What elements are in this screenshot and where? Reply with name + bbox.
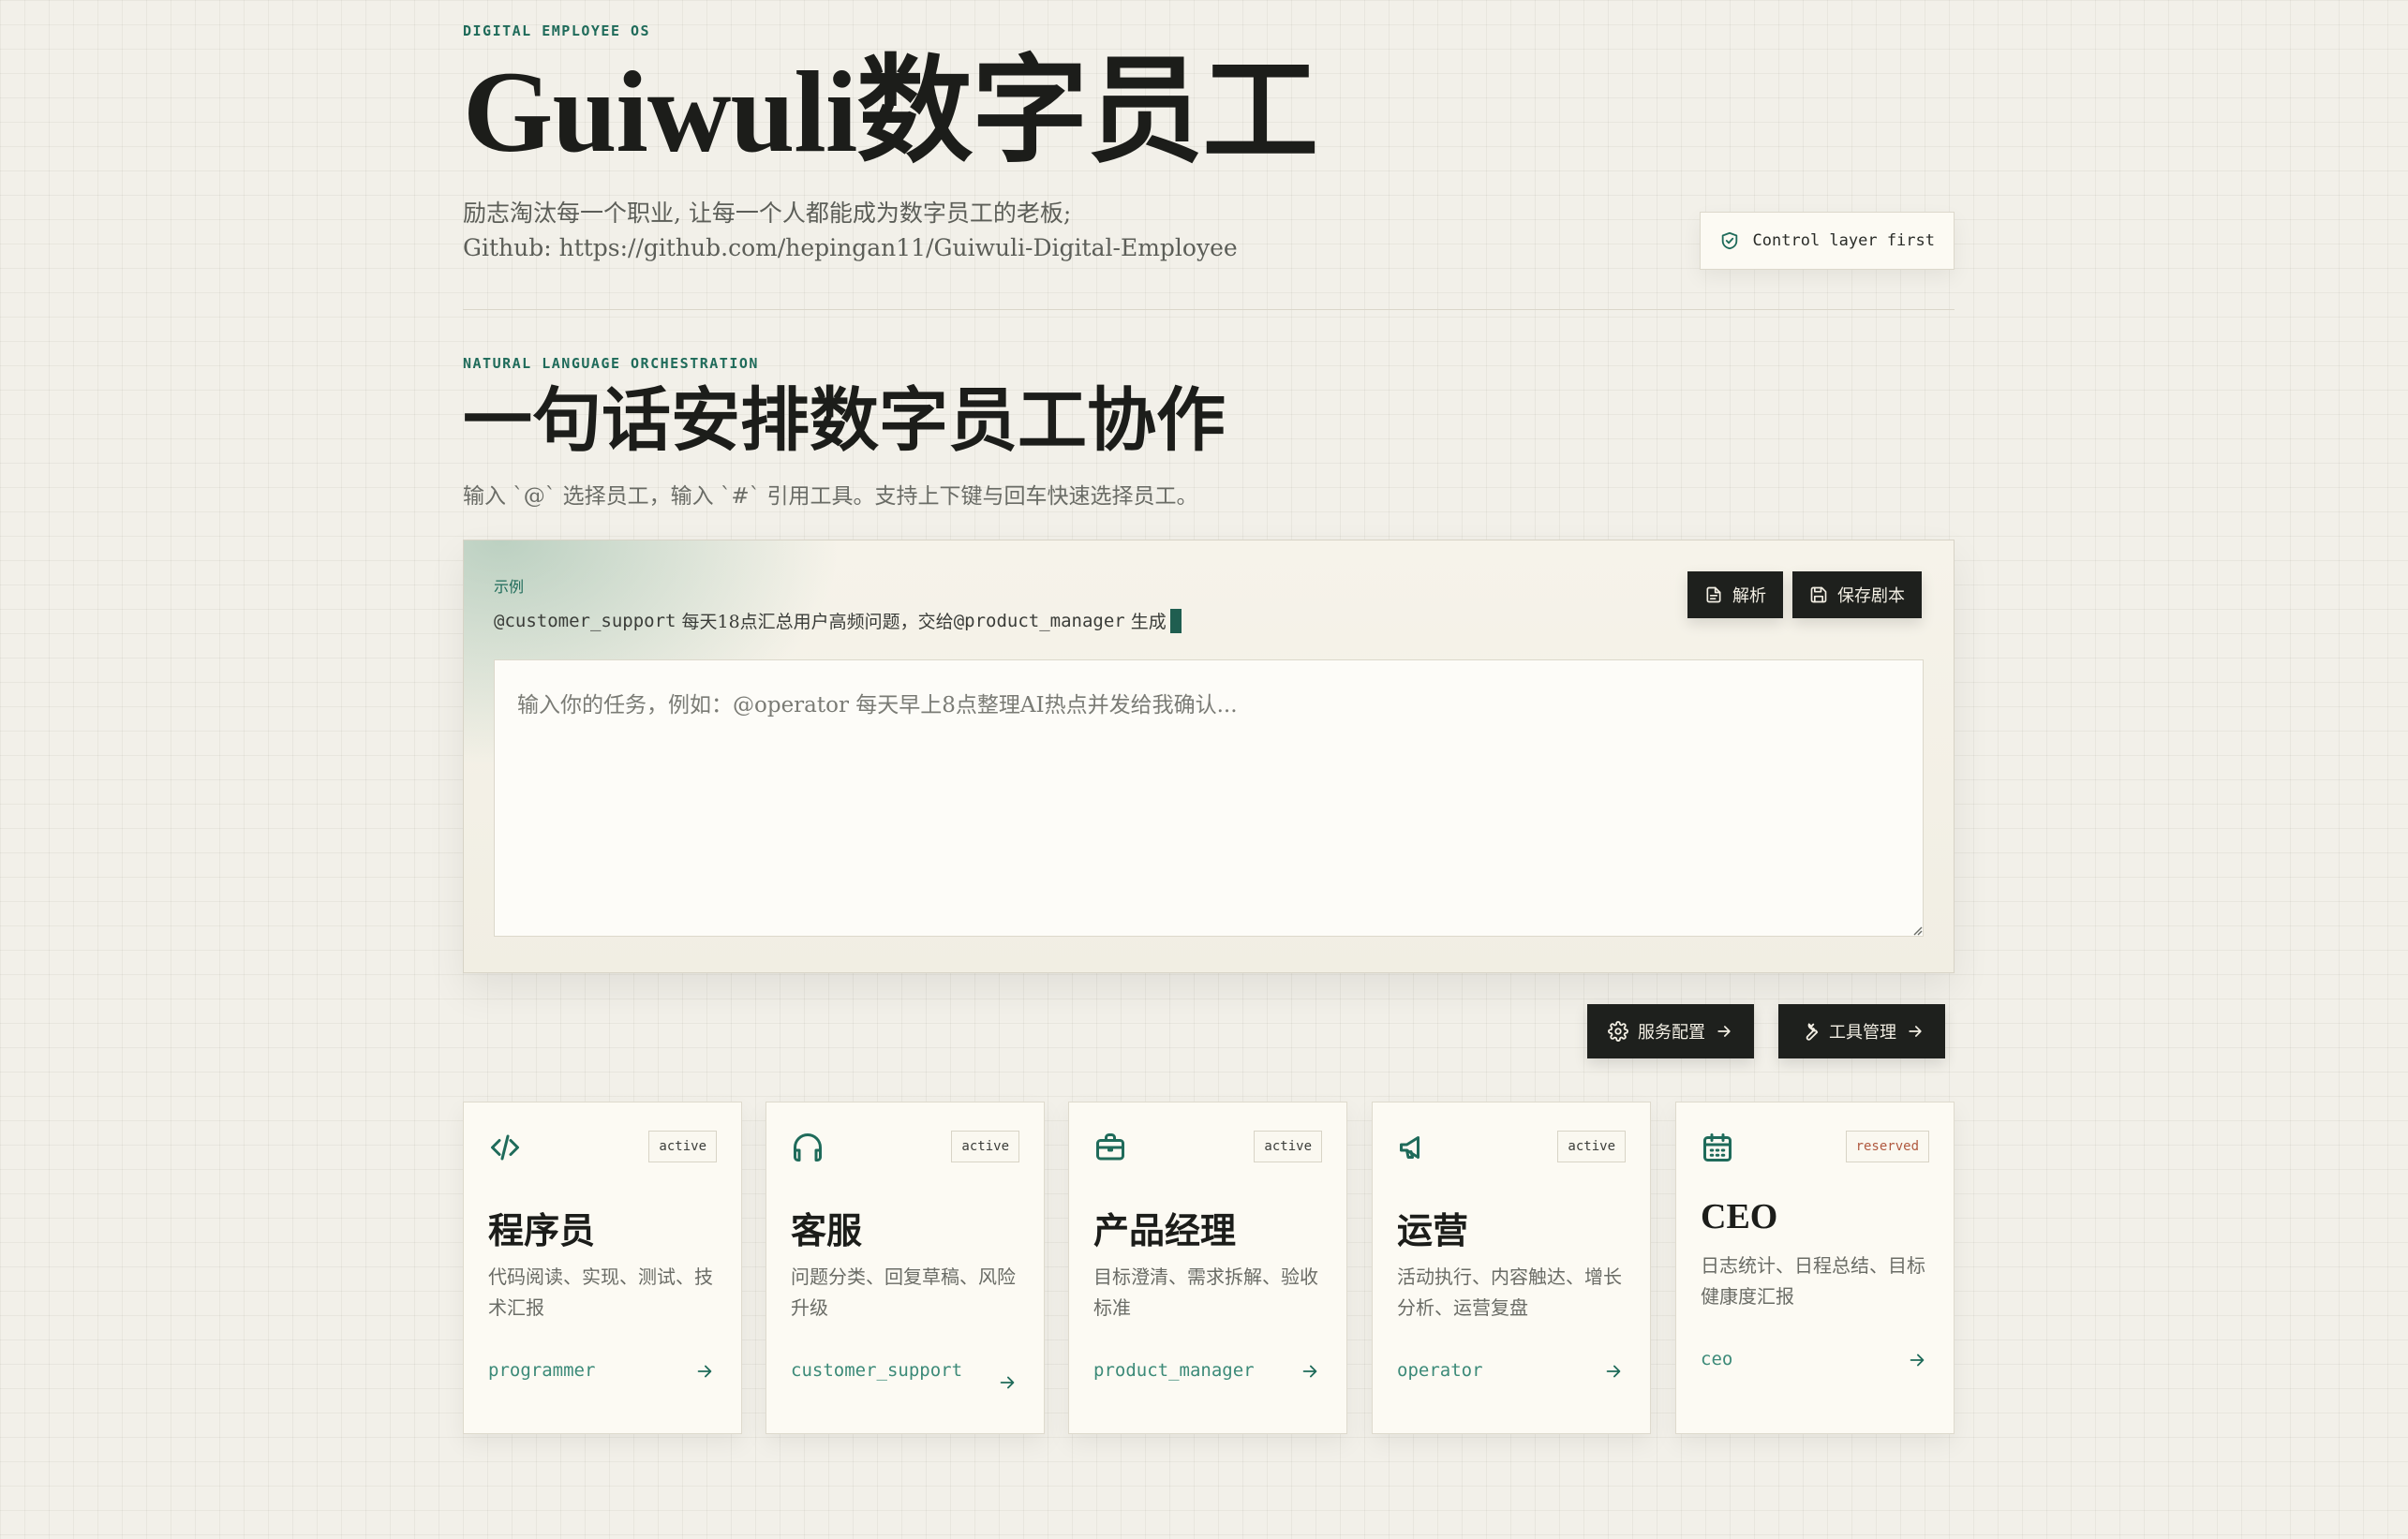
status-badge: reserved xyxy=(1845,1131,1929,1162)
tool-manage-button[interactable]: 工具管理 xyxy=(1778,1004,1945,1058)
arrow-right-icon xyxy=(1717,1026,1731,1037)
card-title: 客服 xyxy=(791,1212,863,1251)
card-slug: customer_support xyxy=(791,1360,963,1381)
example-label: 示例 xyxy=(494,578,525,596)
control-layer-badge: Control layer first xyxy=(1699,212,1955,270)
card-title: 程序员 xyxy=(488,1212,596,1251)
resize-grip-icon[interactable] xyxy=(1911,925,1923,936)
typing-cursor xyxy=(1169,608,1182,633)
card-description: 活动执行、内容触达、增长分析、运营复盘 xyxy=(1397,1265,1622,1319)
employee-card-product-manager[interactable]: active 产品经理 目标澄清、需求拆解、验收标准 product_manag… xyxy=(1068,1102,1347,1434)
card-slug: ceo xyxy=(1701,1349,1733,1369)
example-end-text: 生成 xyxy=(1124,612,1167,632)
arrow-right-icon[interactable] xyxy=(1603,1361,1624,1382)
example-mention-product-manager: @product_manager xyxy=(953,610,1125,631)
arrow-right-icon[interactable] xyxy=(1907,1350,1927,1370)
briefcase-icon xyxy=(1096,1133,1124,1161)
employee-card-ceo[interactable]: reserved CEO 日志统计、日程总结、目标健康度汇报 ceo xyxy=(1675,1102,1955,1434)
shield-check-icon xyxy=(1721,231,1737,250)
status-badge: active xyxy=(1557,1131,1626,1162)
card-title: 产品经理 xyxy=(1093,1212,1237,1251)
section-title: 一句话安排数字员工协作 xyxy=(463,383,1226,460)
tool-manage-label: 工具管理 xyxy=(1829,1023,1896,1043)
card-slug: product_manager xyxy=(1093,1360,1255,1381)
tagline: 励志淘汰每一个职业, 让每一个人都能成为数字员工的老板; xyxy=(463,200,1072,227)
status-badge: active xyxy=(951,1131,1019,1162)
card-description: 代码阅读、实现、测试、技术汇报 xyxy=(488,1265,713,1319)
employee-card-operator[interactable]: active 运营 活动执行、内容触达、增长分析、运营复盘 operator xyxy=(1372,1102,1651,1434)
card-description: 目标澄清、需求拆解、验收标准 xyxy=(1093,1265,1318,1319)
arrow-right-icon[interactable] xyxy=(694,1361,715,1382)
section-subtitle: 输入 `@` 选择员工，输入 `#` 引用工具。支持上下键与回车快速选择员工。 xyxy=(463,484,1198,509)
hero-eyebrow: DIGITAL EMPLOYEE OS xyxy=(463,22,651,39)
card-title: 运营 xyxy=(1397,1212,1469,1251)
task-input[interactable] xyxy=(494,659,1924,937)
task-composer-panel: 示例 @customer_support 每天18点汇总用户高频问题，交给 @p… xyxy=(463,540,1955,973)
code-icon xyxy=(491,1134,519,1161)
parse-button[interactable]: 解析 xyxy=(1687,571,1783,618)
save-script-button-label: 保存剧本 xyxy=(1837,586,1905,606)
card-title: CEO xyxy=(1701,1197,1778,1236)
employee-card-programmer[interactable]: active 程序员 代码阅读、实现、测试、技术汇报 programmer xyxy=(463,1102,742,1434)
control-layer-label: Control layer first xyxy=(1752,231,1935,250)
example-text: @customer_support 每天18点汇总用户高频问题，交给 @prod… xyxy=(494,608,1182,633)
section-divider xyxy=(463,309,1955,310)
arrow-right-icon xyxy=(1909,1026,1922,1037)
megaphone-icon xyxy=(1400,1136,1420,1159)
gear-icon xyxy=(1608,1021,1628,1042)
parse-button-label: 解析 xyxy=(1732,586,1766,606)
page-title: Guiwuli数字员工 xyxy=(463,48,1318,176)
github-link[interactable]: Github: https://github.com/hepingan11/Gu… xyxy=(463,234,1238,261)
card-slug: programmer xyxy=(488,1360,596,1381)
service-config-label: 服务配置 xyxy=(1638,1023,1705,1043)
employee-card-customer-support[interactable]: active 客服 问题分类、回复草稿、风险升级 customer_suppor… xyxy=(766,1102,1045,1434)
status-badge: active xyxy=(1254,1131,1322,1162)
headphones-icon xyxy=(794,1133,822,1162)
save-script-button[interactable]: 保存剧本 xyxy=(1792,571,1922,618)
status-badge: active xyxy=(648,1131,717,1162)
arrow-right-icon[interactable] xyxy=(997,1372,1018,1393)
card-slug: operator xyxy=(1397,1360,1483,1381)
example-middle-text: 每天18点汇总用户高频问题，交给 xyxy=(676,612,954,632)
arrow-right-icon[interactable] xyxy=(1300,1361,1320,1382)
wrench-icon xyxy=(1806,1023,1819,1041)
service-config-button[interactable]: 服务配置 xyxy=(1587,1004,1754,1058)
calendar-icon xyxy=(1703,1133,1732,1162)
orchestration-eyebrow: NATURAL LANGUAGE ORCHESTRATION xyxy=(463,355,759,372)
file-text-icon xyxy=(1706,586,1721,603)
card-description: 日志统计、日程总结、目标健康度汇报 xyxy=(1701,1254,1925,1308)
save-icon xyxy=(1810,586,1827,603)
card-description: 问题分类、回复草稿、风险升级 xyxy=(791,1265,1016,1319)
example-mention-customer-support: @customer_support xyxy=(494,610,676,631)
